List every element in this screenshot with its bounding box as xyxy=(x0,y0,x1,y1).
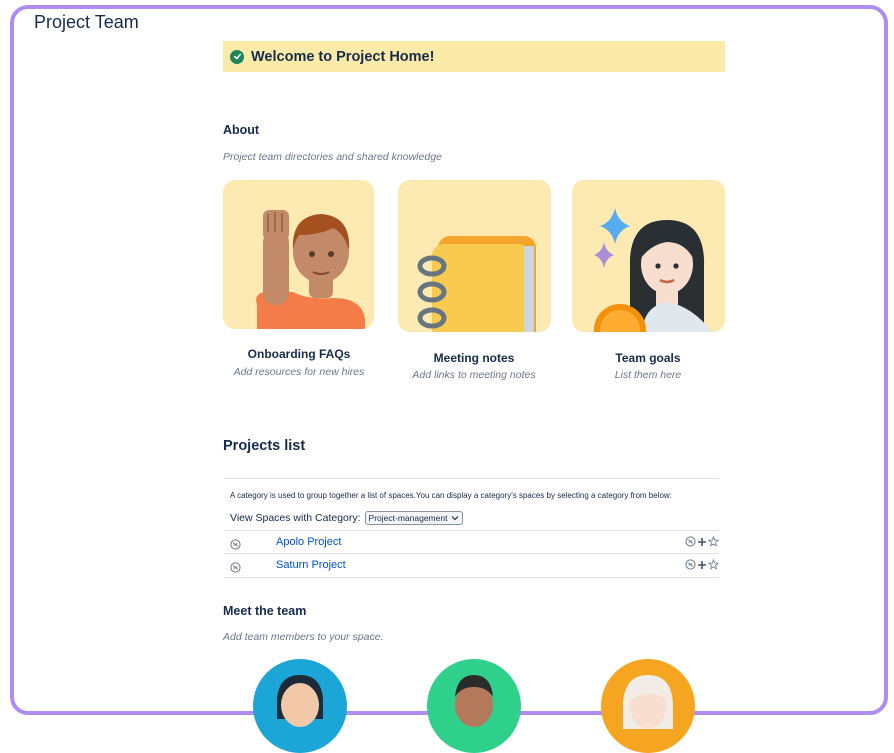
card-team-goals-image[interactable] xyxy=(572,180,725,332)
banner-text: Welcome to Project Home! xyxy=(251,48,435,65)
raised-hand-person-illustration xyxy=(256,210,365,329)
category-label: View Spaces with Category: xyxy=(230,512,361,524)
card-meeting-notes-image[interactable] xyxy=(398,180,551,332)
divider xyxy=(224,553,719,554)
watch-icon[interactable] xyxy=(685,559,696,570)
welcome-banner: Welcome to Project Home! xyxy=(223,41,725,72)
card-onboarding-image[interactable] xyxy=(223,180,374,329)
notebook-illustration xyxy=(417,236,536,332)
add-icon[interactable] xyxy=(697,560,707,570)
astronaut-illustration xyxy=(594,208,712,332)
card-team-goals-description: List them here xyxy=(614,369,682,381)
chevron-down-icon xyxy=(452,516,459,521)
project-row: Apolo Project xyxy=(224,532,719,554)
about-heading: About xyxy=(223,123,260,137)
team-heading: Meet the team xyxy=(223,604,307,618)
divider xyxy=(224,577,719,578)
category-select[interactable]: Project-management xyxy=(364,511,464,525)
add-icon[interactable] xyxy=(697,537,707,547)
team-member-avatar[interactable] xyxy=(601,659,695,753)
team-subtitle: Add team members to your space. xyxy=(223,631,384,643)
card-meeting-notes-description: Add links to meeting notes xyxy=(412,369,536,381)
project-link-apolo[interactable]: Apolo Project xyxy=(276,536,341,548)
divider xyxy=(224,530,719,531)
page-title: Project Team xyxy=(34,12,139,32)
project-link-saturn[interactable]: Saturn Project xyxy=(276,559,346,571)
divider xyxy=(224,478,719,479)
category-filter: View Spaces with Category: Project-manag… xyxy=(230,511,464,525)
card-onboarding-description: Add resources for new hires xyxy=(233,366,365,378)
project-row: Saturn Project xyxy=(224,555,719,577)
card-meeting-notes-title[interactable]: Meeting notes xyxy=(394,351,554,365)
team-member-avatar[interactable] xyxy=(253,659,347,753)
card-team-goals-title[interactable]: Team goals xyxy=(568,351,728,365)
watch-icon[interactable] xyxy=(685,536,696,547)
star-icon[interactable] xyxy=(708,559,719,570)
category-select-value: Project-management xyxy=(368,513,448,523)
about-subtitle: Project team directories and shared know… xyxy=(223,151,442,163)
team-member-avatar[interactable] xyxy=(427,659,521,753)
space-icon xyxy=(230,560,241,578)
star-icon[interactable] xyxy=(708,536,719,547)
check-circle-icon xyxy=(230,49,244,64)
projects-heading: Projects list xyxy=(223,438,306,454)
category-note: A category is used to group together a l… xyxy=(230,491,672,500)
card-onboarding-title[interactable]: Onboarding FAQs xyxy=(219,347,379,361)
